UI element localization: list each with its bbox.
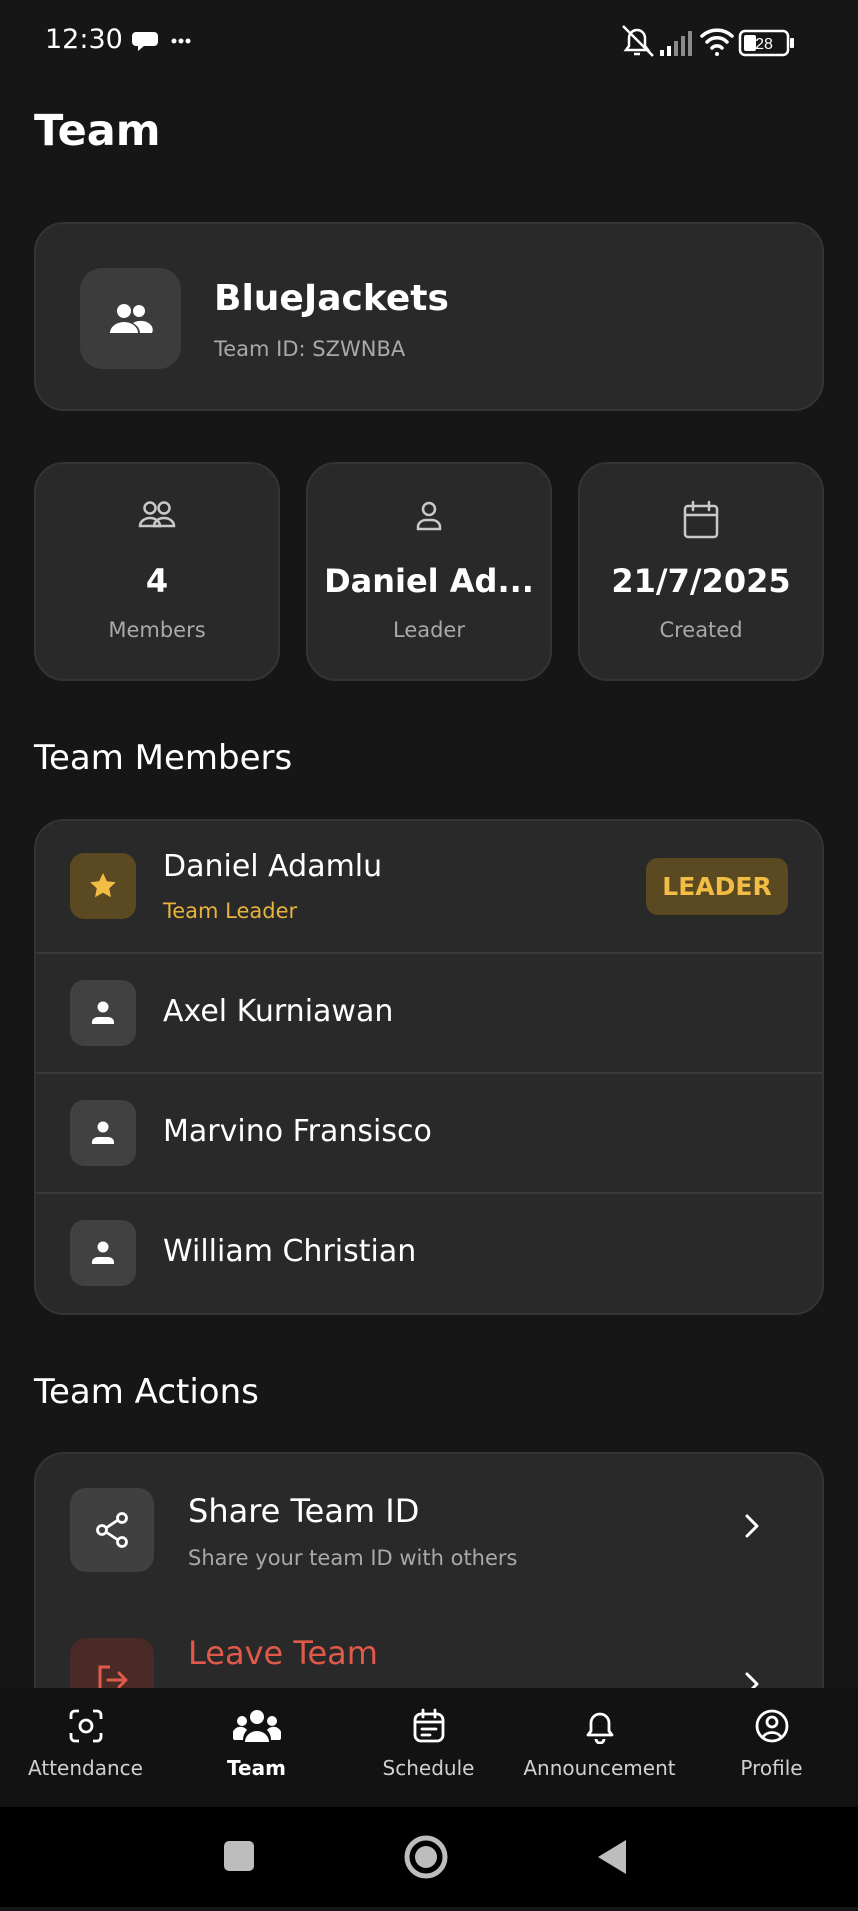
stat-created: 21/7/2025 Created [578,462,824,681]
chat-bubble-icon [132,32,191,51]
member-row[interactable]: William Christian [36,1192,822,1313]
star-icon [90,873,116,898]
stat-value: Daniel Ad... [324,562,534,600]
member-name: Daniel Adamlu [163,849,383,884]
nav-schedule[interactable]: Schedule [343,1688,514,1807]
group-icon [109,303,153,333]
home-button[interactable] [404,1835,448,1879]
stat-leader: Daniel Ad... Leader [306,462,552,681]
nav-label: Announcement [523,1756,676,1780]
system-navigation-bar [0,1807,858,1907]
team-id: Team ID: SZWNBA [214,337,406,361]
member-name: Axel Kurniawan [163,994,394,1029]
member-row[interactable]: Marvino Fransisco [36,1072,822,1193]
chevron-right-icon [745,1514,759,1538]
share-icon [96,1512,128,1548]
member-avatar [70,980,136,1046]
person-icon [92,1241,114,1264]
member-row-leader[interactable]: Daniel Adamlu Team Leader LEADER [36,821,822,952]
page-title: Team [34,106,161,156]
schedule-icon [413,1708,444,1743]
signal-icon [660,31,692,56]
leader-star-badge [70,853,136,919]
action-subtitle: Share your team ID with others [188,1546,518,1570]
nav-label: Attendance [28,1756,143,1780]
action-title: Share Team ID [188,1492,420,1530]
member-name: William Christian [163,1234,417,1269]
person-icon [416,501,442,531]
share-icon-box [70,1488,154,1572]
team-name: BlueJackets [214,278,449,319]
person-icon [92,1121,114,1144]
team-icon [232,1710,281,1742]
bottom-navigation: Attendance Team Schedule Announcement Pr… [0,1688,858,1807]
mute-bell-icon [622,25,654,57]
team-actions-heading: Team Actions [34,1372,259,1412]
action-title: Leave Team [188,1634,378,1672]
stat-label: Members [108,618,206,642]
stat-label: Created [659,618,743,642]
team-card: BlueJackets Team ID: SZWNBA [34,222,824,411]
recents-button[interactable] [224,1841,254,1871]
nav-profile[interactable]: Profile [686,1688,857,1807]
leader-badge: LEADER [646,858,788,915]
stat-label: Leader [392,618,465,642]
team-members-heading: Team Members [34,738,293,778]
member-avatar [70,1100,136,1166]
status-icons: 28 [622,25,794,57]
team-avatar [80,268,181,369]
nav-label: Team [227,1756,286,1780]
bell-icon [586,1712,613,1744]
member-name: Marvino Fransisco [163,1114,432,1149]
calendar-icon [683,500,719,539]
back-button[interactable] [598,1840,626,1874]
stat-value: 21/7/2025 [611,562,791,600]
member-avatar [70,1220,136,1286]
wifi-icon [700,28,734,56]
member-row[interactable]: Axel Kurniawan [36,952,822,1073]
share-team-id-action[interactable]: Share Team ID Share your team ID with ot… [36,1454,822,1604]
members-list: Daniel Adamlu Team Leader LEADER Axel Ku… [34,819,824,1315]
scan-icon [69,1709,102,1743]
stat-members: 4 Members [34,462,280,681]
stat-value: 4 [145,562,169,600]
battery-level: 28 [755,36,773,53]
nav-label: Schedule [382,1756,475,1780]
status-time: 12:30 [45,24,123,55]
profile-icon [755,1709,788,1743]
member-role: Team Leader [163,899,298,923]
person-icon [92,1001,114,1024]
status-bar: 12:30 28 [0,0,858,84]
nav-announcement[interactable]: Announcement [514,1688,685,1807]
nav-label: Profile [740,1756,803,1780]
nav-attendance[interactable]: Attendance [0,1688,171,1807]
nav-team[interactable]: Team [171,1688,342,1807]
members-icon [138,501,176,528]
